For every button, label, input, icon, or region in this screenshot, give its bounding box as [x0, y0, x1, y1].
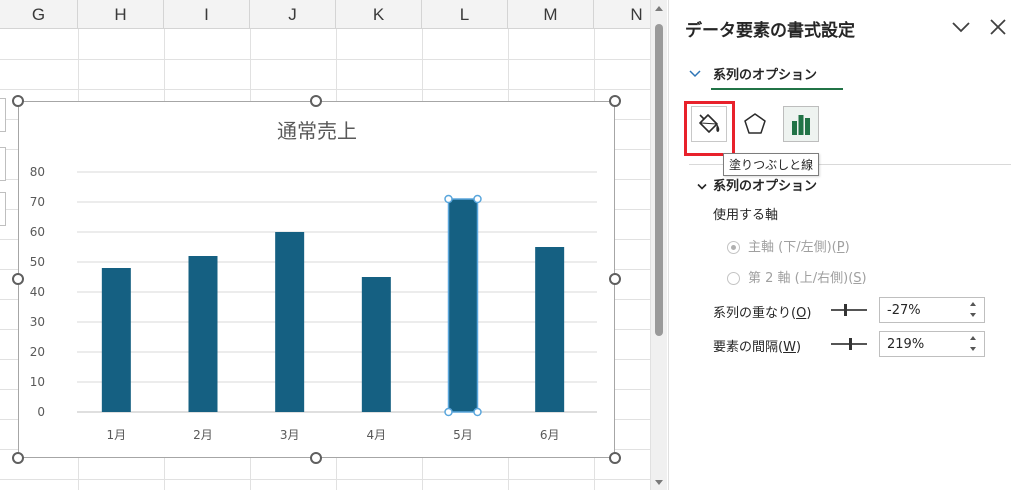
- point-handle[interactable]: [444, 194, 453, 204]
- partial-shape[interactable]: [0, 147, 6, 181]
- y-tick-label: 20: [30, 345, 45, 359]
- point-handle[interactable]: [444, 407, 453, 417]
- partial-shape[interactable]: [0, 192, 6, 226]
- y-tick-label: 30: [30, 315, 45, 329]
- fill-button-highlight: [684, 101, 735, 156]
- vertical-scrollbar[interactable]: [650, 0, 667, 490]
- resize-handle-top[interactable]: [310, 95, 322, 107]
- bar-3月[interactable]: [275, 232, 305, 412]
- column-header-g[interactable]: G: [0, 0, 78, 29]
- bar-1月[interactable]: [101, 268, 131, 412]
- spin-down-icon[interactable]: [970, 347, 976, 351]
- tooltip: 塗りつぶしと線: [723, 153, 820, 176]
- spin-down-icon[interactable]: [970, 313, 976, 317]
- tab-label: 系列のオプション: [713, 68, 818, 83]
- resize-handle-right[interactable]: [609, 273, 621, 285]
- y-tick-label: 40: [30, 285, 45, 299]
- plot-axis-label: 使用する軸: [713, 208, 779, 223]
- column-header-n[interactable]: N: [594, 0, 650, 29]
- y-tick-label: 70: [30, 195, 45, 209]
- resize-handle-top-left[interactable]: [12, 95, 24, 107]
- gap-width-slider[interactable]: [831, 338, 867, 350]
- resize-handle-left[interactable]: [12, 273, 24, 285]
- x-tick-label: 2月: [193, 428, 213, 442]
- bar-4月[interactable]: [361, 277, 391, 412]
- gap-width-label: 要素の間隔(W): [713, 340, 802, 355]
- tab-series-options[interactable]: 系列のオプション: [689, 62, 845, 94]
- pentagon-icon: [744, 113, 766, 134]
- resize-handle-bottom[interactable]: [310, 452, 322, 464]
- y-tick-label: 0: [37, 405, 45, 419]
- column-header-m[interactable]: M: [508, 0, 594, 29]
- series-overlap-slider[interactable]: [831, 304, 867, 316]
- column-header-k[interactable]: K: [336, 0, 422, 29]
- chart-area[interactable]: 通常売上 0 10 20 30 40 50 60 70 80 1月 2月 3月 4月 5月 6月: [18, 101, 615, 458]
- point-handle[interactable]: [473, 194, 482, 204]
- y-tick-label: 80: [30, 165, 45, 179]
- x-tick-label: 3月: [280, 428, 300, 442]
- secondary-axis-radio[interactable]: 第 2 軸 (上/右側)(S): [727, 267, 867, 286]
- column-header-l[interactable]: L: [422, 0, 508, 29]
- radio-button[interactable]: [727, 272, 740, 285]
- bar-chart[interactable]: 通常売上 0 10 20 30 40 50 60 70 80 1月 2月 3月 4月 5月 6月: [19, 102, 616, 459]
- point-handle[interactable]: [473, 407, 482, 417]
- y-tick-label: 60: [30, 225, 45, 239]
- tab-underline: [711, 88, 843, 90]
- slider-knob[interactable]: [849, 338, 852, 350]
- section-series-options[interactable]: 系列のオプション: [697, 175, 817, 194]
- bar-2月[interactable]: [188, 256, 218, 412]
- spin-up-icon[interactable]: [970, 336, 976, 340]
- x-tick-label: 4月: [367, 428, 387, 442]
- resize-handle-bottom-left[interactable]: [12, 452, 24, 464]
- effects-button[interactable]: [737, 106, 773, 142]
- close-icon[interactable]: [987, 16, 1009, 38]
- scrollbar-thumb[interactable]: [655, 24, 663, 336]
- x-tick-label: 5月: [453, 428, 473, 442]
- partial-shape[interactable]: [0, 98, 6, 132]
- y-tick-label: 50: [30, 255, 45, 269]
- chart-gridlines: [77, 171, 597, 413]
- spreadsheet: G H I J K L M N 通常売上 0 10 20 30 40 50 60…: [0, 0, 650, 490]
- bar-5月[interactable]: [448, 199, 478, 412]
- resize-handle-top-right[interactable]: [609, 95, 621, 107]
- primary-axis-radio[interactable]: 主軸 (下/左側)(P): [727, 236, 850, 255]
- x-axis-labels: 1月 2月 3月 4月 5月 6月: [107, 428, 560, 442]
- series-options-button[interactable]: [783, 106, 819, 142]
- section-label: 系列のオプション: [713, 179, 818, 194]
- scroll-up-icon[interactable]: [655, 6, 663, 11]
- y-tick-label: 10: [30, 375, 45, 389]
- column-header-h[interactable]: H: [78, 0, 164, 29]
- column-header-j[interactable]: J: [250, 0, 336, 29]
- pane-title: データ要素の書式設定: [685, 21, 855, 41]
- resize-handle-bottom-right[interactable]: [609, 452, 621, 464]
- radio-button[interactable]: [727, 241, 740, 254]
- chevron-down-icon[interactable]: [950, 17, 972, 37]
- column-header-bar: G H I J K L M N: [0, 0, 650, 29]
- gap-width-value[interactable]: 219%: [887, 337, 924, 352]
- chevron-down-icon: [689, 70, 701, 78]
- scroll-down-icon[interactable]: [655, 480, 663, 485]
- chart-series[interactable]: [101, 199, 565, 412]
- bar-chart-icon: [792, 115, 810, 135]
- spin-up-icon[interactable]: [970, 302, 976, 306]
- bar-6月[interactable]: [535, 247, 565, 412]
- series-overlap-value[interactable]: -27%: [887, 303, 921, 318]
- format-data-point-pane: データ要素の書式設定 系列のオプション 系列のオプション 使用する軸 主軸 (下…: [668, 0, 1024, 490]
- chevron-down-icon: [697, 183, 707, 190]
- x-tick-label: 1月: [107, 428, 127, 442]
- slider-knob[interactable]: [844, 304, 847, 316]
- column-header-i[interactable]: I: [164, 0, 250, 29]
- gap-width-spinner[interactable]: 219%: [879, 331, 985, 357]
- series-overlap-label: 系列の重なり(O): [713, 306, 812, 321]
- x-tick-label: 6月: [540, 428, 560, 442]
- y-axis-labels: 0 10 20 30 40 50 60 70 80: [30, 165, 45, 419]
- series-overlap-spinner[interactable]: -27%: [879, 297, 985, 323]
- chart-title[interactable]: 通常売上: [277, 119, 357, 143]
